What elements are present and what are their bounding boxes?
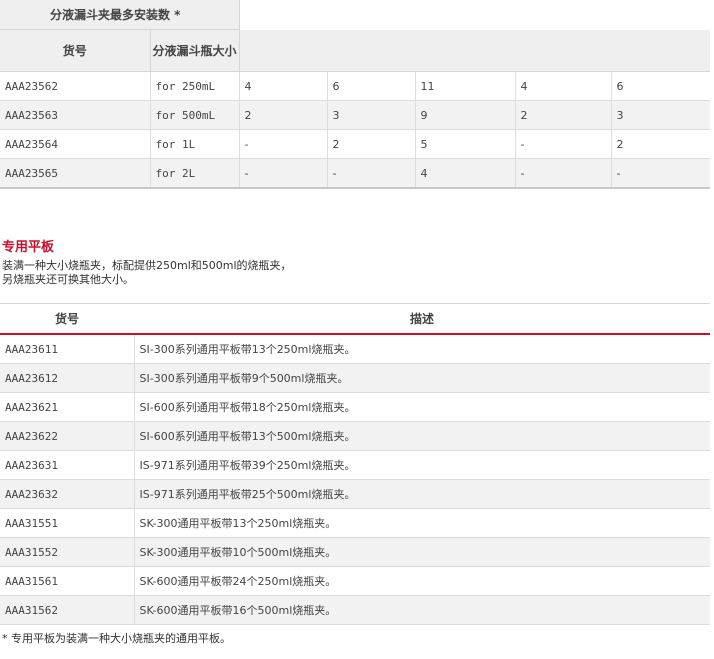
table-row: AAA23622 SI-600系列通用平板带13个500ml烧瓶夹。: [0, 421, 710, 451]
product-code: AAA23562: [0, 71, 151, 101]
table-row: AAA31552 SK-300通用平板带10个500ml烧瓶夹。: [0, 537, 710, 567]
product-code: AAA23565: [0, 158, 151, 189]
product-code: AAA31551: [0, 508, 135, 538]
product-code: AAA23631: [0, 450, 135, 480]
table-row: AAA23612 SI-300系列通用平板带9个500ml烧瓶夹。: [0, 363, 710, 393]
product-description: SK-300通用平板带13个250ml烧瓶夹。: [134, 508, 710, 538]
capacity-cell: 6: [611, 71, 711, 101]
code-header: 货号: [0, 303, 134, 335]
table-row: AAA23562 for 250mL 4 6 11 4 6: [0, 71, 711, 101]
product-description: SK-600通用平板带24个250ml烧瓶夹。: [134, 566, 710, 596]
product-code: AAA23564: [0, 129, 151, 159]
capacity-cell: 2: [611, 129, 711, 159]
table-row: AAA23621 SI-600系列通用平板带18个250ml烧瓶夹。: [0, 392, 710, 422]
funnel-size: for 500mL: [150, 100, 240, 130]
capacity-header: 分液漏斗夹最多安装数 *: [0, 0, 240, 30]
table-row: AAA31561 SK-600通用平板带24个250ml烧瓶夹。: [0, 566, 710, 596]
product-code: AAA23612: [0, 363, 135, 393]
product-code: AAA23621: [0, 392, 135, 422]
capacity-cell: 11: [415, 71, 516, 101]
capacity-cell: -: [327, 158, 416, 189]
product-code: AAA31561: [0, 566, 135, 596]
product-code: AAA23632: [0, 479, 135, 509]
size-header: 分液漏斗瓶大小: [150, 29, 240, 72]
section-description: 装满一种大小烧瓶夹，标配提供250ml和500ml的烧瓶夹， 另烧瓶夹还可换其他大…: [2, 259, 292, 287]
capacity-cell: -: [239, 129, 328, 159]
footnote: * 专用平板为装满一种大小烧瓶夹的通用平板。: [2, 632, 231, 645]
table-row: AAA23563 for 500mL 2 3 9 2 3: [0, 100, 711, 130]
table-row: AAA31551 SK-300通用平板带13个250ml烧瓶夹。: [0, 508, 710, 538]
capacity-cell: 4: [515, 71, 612, 101]
product-code: AAA23611: [0, 334, 135, 364]
product-description: IS-971系列通用平板带25个500ml烧瓶夹。: [134, 479, 710, 509]
product-description: SI-600系列通用平板带18个250ml烧瓶夹。: [134, 392, 710, 422]
section-title: 专用平板: [2, 240, 55, 255]
product-code: AAA23563: [0, 100, 151, 130]
description-line: 另烧瓶夹还可换其他大小。: [2, 273, 134, 286]
product-code: AAA23622: [0, 421, 135, 451]
capacity-cell: -: [515, 129, 612, 159]
table-row: AAA23564 for 1L - 2 5 - 2: [0, 129, 711, 159]
funnel-size: for 250mL: [150, 71, 240, 101]
product-description: SI-600系列通用平板带13个500ml烧瓶夹。: [134, 421, 710, 451]
product-description: SI-300系列通用平板带9个500ml烧瓶夹。: [134, 363, 710, 393]
table-row: AAA23565 for 2L - - 4 - -: [0, 158, 711, 189]
capacity-cell: 6: [327, 71, 416, 101]
table-row: AAA31562 SK-600通用平板带16个500ml烧瓶夹。: [0, 595, 710, 625]
capacity-cell: -: [239, 158, 328, 189]
product-code: AAA31552: [0, 537, 135, 567]
platform-table: 货号 描述 AAA23611 SI-300系列通用平板带13个250ml烧瓶夹。 …: [0, 303, 710, 625]
capacity-cell: 2: [515, 100, 612, 130]
code-header: 货号: [0, 29, 151, 72]
product-description: SI-300系列通用平板带13个250ml烧瓶夹。: [134, 334, 710, 364]
capacity-cell: 3: [327, 100, 416, 130]
funnel-size: for 1L: [150, 129, 240, 159]
product-description: SK-600通用平板带16个500ml烧瓶夹。: [134, 595, 710, 625]
clamp-capacity-table: 分液漏斗夹最多安装数 * 货号 分液漏斗瓶大小 AAA23562 for 250…: [0, 0, 711, 189]
capacity-cell: 5: [415, 129, 516, 159]
capacity-cell: 9: [415, 100, 516, 130]
description-header: 描述: [134, 303, 710, 335]
table-row: AAA23631 IS-971系列通用平板带39个250ml烧瓶夹。: [0, 450, 710, 480]
table-row: AAA23611 SI-300系列通用平板带13个250ml烧瓶夹。: [0, 334, 710, 364]
product-code: AAA31562: [0, 595, 135, 625]
capacity-cell: 4: [239, 71, 328, 101]
capacity-cell: -: [611, 158, 711, 189]
description-line: 装满一种大小烧瓶夹，标配提供250ml和500ml的烧瓶夹，: [2, 259, 292, 272]
capacity-cell: -: [515, 158, 612, 189]
capacity-cell: 2: [239, 100, 328, 130]
capacity-cell: 2: [327, 129, 416, 159]
capacity-cell: 4: [415, 158, 516, 189]
capacity-cell: 3: [611, 100, 711, 130]
table-row: AAA23632 IS-971系列通用平板带25个500ml烧瓶夹。: [0, 479, 710, 509]
product-description: SK-300通用平板带10个500ml烧瓶夹。: [134, 537, 710, 567]
funnel-size: for 2L: [150, 158, 240, 189]
product-description: IS-971系列通用平板带39个250ml烧瓶夹。: [134, 450, 710, 480]
